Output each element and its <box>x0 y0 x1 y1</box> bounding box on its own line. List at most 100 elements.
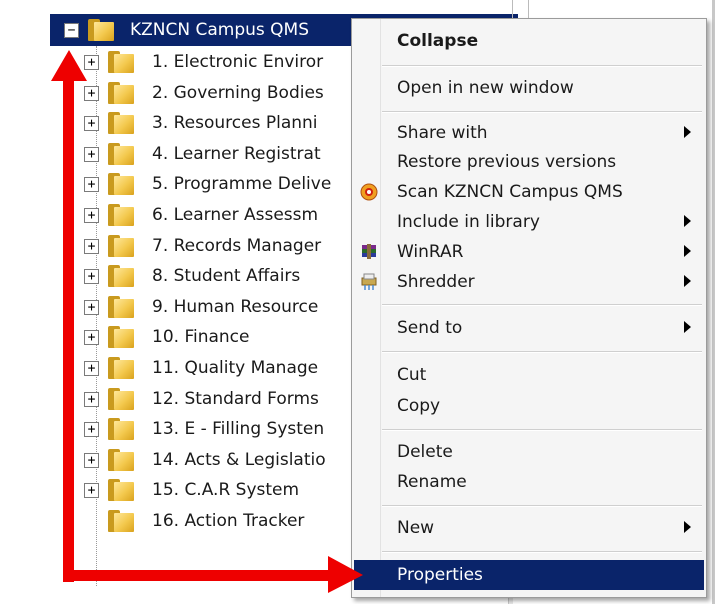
tree-item[interactable]: +3. Resources Planni <box>80 108 350 138</box>
tree-item[interactable]: +1. Electronic Enviror <box>80 47 350 77</box>
menu-item-copy[interactable]: Copy <box>354 391 704 421</box>
winrar-icon <box>362 244 376 259</box>
context-menu: Collapse Open in new window Share with R… <box>351 18 707 598</box>
tree-item[interactable]: +2. Governing Bodies <box>80 78 350 108</box>
menu-item-properties[interactable]: Properties <box>354 560 704 590</box>
menu-item-open-new-window[interactable]: Open in new window <box>354 73 704 103</box>
tree-item[interactable]: +10. Finance <box>80 322 350 352</box>
submenu-arrow-icon <box>684 521 691 533</box>
tree-item-label: 4. Learner Registrat <box>152 143 321 164</box>
folder-icon <box>108 112 134 135</box>
expand-toggle-icon[interactable]: + <box>84 208 99 223</box>
tree-item-label: 13. E - Filling Systen <box>152 419 325 440</box>
menu-separator <box>382 111 702 113</box>
pane-divider <box>512 0 513 20</box>
tree-item[interactable]: +13. E - Filling Systen <box>80 414 350 444</box>
tree-item[interactable]: +5. Programme Delive <box>80 169 350 199</box>
tree-item-label: 5. Programme Delive <box>152 174 332 195</box>
tree-item-label: 7. Records Manager <box>152 235 322 256</box>
submenu-arrow-icon <box>684 126 691 138</box>
tree-item-label: 6. Learner Assessm <box>152 205 319 225</box>
menu-separator <box>382 304 702 306</box>
tree-item[interactable]: +12. Standard Forms <box>80 384 350 414</box>
expand-toggle-icon[interactable]: + <box>84 422 99 438</box>
menu-separator <box>382 505 702 507</box>
expand-toggle-icon[interactable]: + <box>84 238 99 254</box>
folder-icon <box>88 19 114 41</box>
folder-icon <box>108 234 134 257</box>
menu-item-label: Restore previous versions <box>397 152 617 172</box>
folder-icon <box>108 51 134 73</box>
menu-item-send-to[interactable]: Send to <box>354 313 704 343</box>
tree-item[interactable]: +7. Records Manager <box>80 231 350 261</box>
menu-item-include-in-library[interactable]: Include in library <box>354 207 704 237</box>
tree-item-label: 1. Electronic Enviror <box>152 52 324 72</box>
tree-item[interactable]: +9. Human Resource <box>80 292 350 322</box>
tree-item-label: 14. Acts & Legislatio <box>152 449 326 470</box>
menu-separator <box>382 351 702 353</box>
tree-item-label: 8. Student Affairs <box>152 266 301 287</box>
tree-item[interactable]: +15. C.A.R System <box>80 475 350 505</box>
tree-item[interactable]: +8. Student Affairs <box>80 261 350 291</box>
tree-item-label: 2. Governing Bodies <box>152 82 324 103</box>
collapse-toggle-icon[interactable]: − <box>64 23 79 38</box>
menu-item-label: Properties <box>397 565 483 585</box>
menu-item-cut[interactable]: Cut <box>354 360 704 390</box>
tree-item-label: 15. C.A.R System <box>152 480 300 501</box>
expand-toggle-icon[interactable]: + <box>84 146 99 162</box>
tree-item[interactable]: +14. Acts & Legislatio <box>80 445 350 475</box>
folder-icon <box>108 265 134 288</box>
tree-item-label: 16. Action Tracker <box>152 511 305 531</box>
menu-item-rename[interactable]: Rename <box>354 467 704 497</box>
submenu-arrow-icon <box>684 275 691 287</box>
tree-item-label: 10. Finance <box>152 327 250 348</box>
expand-toggle-icon[interactable]: + <box>84 483 99 499</box>
menu-item-label: WinRAR <box>397 242 464 262</box>
submenu-arrow-icon <box>684 215 691 227</box>
tree-item[interactable]: +4. Learner Registrat <box>80 139 350 169</box>
folder-icon <box>108 173 134 196</box>
arrow-vertical-shaft <box>63 78 74 582</box>
menu-item-winrar[interactable]: WinRAR <box>354 237 704 267</box>
folder-icon <box>108 204 134 226</box>
menu-item-restore-previous-versions[interactable]: Restore previous versions <box>354 147 704 177</box>
menu-item-label: Include in library <box>397 212 540 232</box>
antivirus-scan-icon <box>360 183 378 201</box>
expand-toggle-icon[interactable]: + <box>84 452 99 468</box>
menu-item-new[interactable]: New <box>354 513 704 543</box>
tree-root-label: KZNCN Campus QMS <box>130 20 310 40</box>
menu-item-label: Rename <box>397 472 467 492</box>
expand-toggle-icon[interactable]: + <box>84 391 99 407</box>
tree-item-label: 9. Human Resource <box>152 296 319 317</box>
menu-item-label: Share with <box>397 123 488 143</box>
expand-toggle-icon[interactable]: + <box>84 116 99 132</box>
menu-item-label: Delete <box>397 442 453 462</box>
expand-toggle-icon[interactable]: + <box>84 177 99 193</box>
tree-item-label: 12. Standard Forms <box>152 388 319 409</box>
tree-item[interactable]: +6. Learner Assessm <box>80 200 350 230</box>
folder-icon <box>108 448 134 471</box>
menu-icon-gutter <box>380 19 381 597</box>
expand-toggle-icon[interactable]: + <box>84 299 99 315</box>
menu-item-label: Collapse <box>397 31 479 51</box>
menu-item-collapse[interactable]: Collapse <box>354 26 704 56</box>
menu-item-shredder[interactable]: Shredder <box>354 267 704 297</box>
folder-icon <box>108 326 134 349</box>
menu-item-delete[interactable]: Delete <box>354 437 704 467</box>
menu-item-label: Scan KZNCN Campus QMS <box>397 182 623 202</box>
expand-toggle-icon[interactable]: + <box>84 361 99 376</box>
tree-item[interactable]: +11. Quality Manage <box>80 353 350 383</box>
menu-item-label: Cut <box>397 365 427 385</box>
menu-item-label: New <box>397 518 435 538</box>
expand-toggle-icon[interactable]: + <box>84 269 99 285</box>
expand-toggle-icon[interactable]: + <box>84 85 99 101</box>
tree-item[interactable]: 16. Action Tracker <box>80 506 350 536</box>
arrow-up-head-icon <box>51 50 87 81</box>
menu-separator <box>382 429 702 431</box>
folder-icon <box>108 418 134 441</box>
menu-item-share-with[interactable]: Share with <box>354 118 704 148</box>
expand-toggle-icon[interactable]: + <box>84 330 99 346</box>
menu-item-scan[interactable]: Scan KZNCN Campus QMS <box>354 177 704 207</box>
arrow-horizontal-shaft <box>63 570 333 581</box>
arrow-right-head-icon <box>328 556 363 593</box>
